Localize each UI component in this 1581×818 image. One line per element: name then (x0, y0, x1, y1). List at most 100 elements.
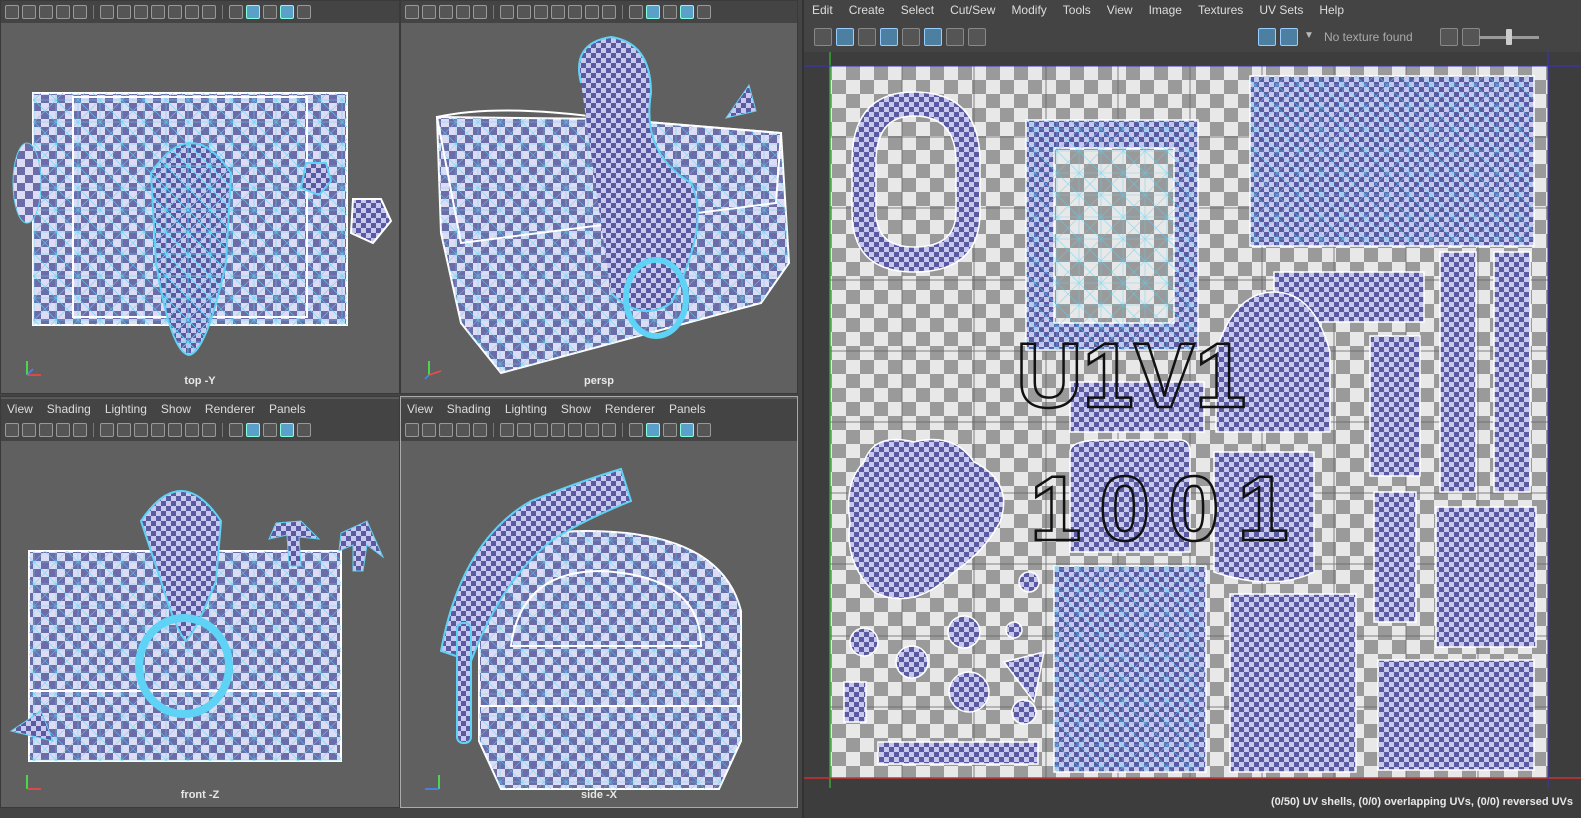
menu-view[interactable]: View (7, 402, 33, 416)
uv-canvas[interactable]: U1V1 1001 (804, 52, 1581, 788)
wireframe-on-shaded-icon[interactable] (680, 5, 694, 19)
resolution-gate-icon[interactable] (534, 5, 548, 19)
uv-menu-image[interactable]: Image (1149, 3, 1182, 17)
menu-show[interactable]: Show (161, 402, 191, 416)
alpha-channel-icon[interactable] (1462, 28, 1480, 46)
move-icon[interactable] (56, 5, 70, 19)
field-chart-icon[interactable] (168, 5, 182, 19)
safe-action-icon[interactable] (185, 423, 199, 437)
gate-mask-icon[interactable] (551, 5, 565, 19)
safe-title-icon[interactable] (602, 423, 616, 437)
safe-title-icon[interactable] (602, 5, 616, 19)
menu-shading[interactable]: Shading (47, 402, 91, 416)
safe-action-icon[interactable] (585, 423, 599, 437)
viewport-panel-top[interactable]: top -Y (0, 0, 400, 394)
field-chart-icon[interactable] (568, 423, 582, 437)
viewport-side[interactable]: side -X (401, 441, 797, 807)
bookmark-icon[interactable] (39, 423, 53, 437)
textured-icon[interactable] (697, 5, 711, 19)
uv-menu-help[interactable]: Help (1319, 3, 1344, 17)
film-gate-icon[interactable] (117, 5, 131, 19)
camera-icon[interactable] (5, 5, 19, 19)
brush-icon[interactable] (73, 5, 87, 19)
menu-renderer[interactable]: Renderer (605, 402, 655, 416)
menu-renderer[interactable]: Renderer (205, 402, 255, 416)
film-gate-icon[interactable] (517, 5, 531, 19)
menu-panels[interactable]: Panels (669, 402, 706, 416)
film-gate-icon[interactable] (517, 423, 531, 437)
uv-menu-create[interactable]: Create (849, 3, 885, 17)
camera-icon[interactable] (405, 423, 419, 437)
lock-icon[interactable] (422, 423, 436, 437)
viewport-panel-persp[interactable]: persp (400, 0, 798, 394)
smooth-shade-icon[interactable] (646, 5, 660, 19)
uv-menu-modify[interactable]: Modify (1011, 3, 1046, 17)
safe-action-icon[interactable] (185, 5, 199, 19)
brush-icon[interactable] (73, 423, 87, 437)
grid-icon[interactable] (500, 423, 514, 437)
textured-icon[interactable] (297, 5, 311, 19)
menu-panels[interactable]: Panels (269, 402, 306, 416)
uv-menu-tools[interactable]: Tools (1063, 3, 1091, 17)
uv-menu-view[interactable]: View (1107, 3, 1133, 17)
uv-isolate-icon[interactable] (946, 28, 964, 46)
rgb-channel-icon[interactable] (1440, 28, 1458, 46)
default-material-icon[interactable] (263, 5, 277, 19)
menu-view[interactable]: View (407, 402, 433, 416)
bookmark-icon[interactable] (439, 423, 453, 437)
wireframe-on-shaded-icon[interactable] (280, 423, 294, 437)
brush-icon[interactable] (473, 5, 487, 19)
default-material-icon[interactable] (663, 423, 677, 437)
viewport-persp[interactable]: persp (401, 23, 797, 393)
wireframe-on-shaded-icon[interactable] (680, 423, 694, 437)
menu-show[interactable]: Show (561, 402, 591, 416)
uv-select-shell-icon[interactable] (836, 28, 854, 46)
wireframe-icon[interactable] (629, 423, 643, 437)
uv-menu-select[interactable]: Select (901, 3, 934, 17)
display-image-icon[interactable] (1258, 28, 1276, 46)
move-icon[interactable] (456, 423, 470, 437)
bookmark-icon[interactable] (439, 5, 453, 19)
texture-dropdown-chevron-icon[interactable]: ▼ (1304, 30, 1314, 41)
field-chart-icon[interactable] (168, 423, 182, 437)
grid-icon[interactable] (500, 5, 514, 19)
field-chart-icon[interactable] (568, 5, 582, 19)
default-material-icon[interactable] (663, 5, 677, 19)
viewport-top[interactable]: top -Y (1, 23, 399, 393)
uv-menu-edit[interactable]: Edit (812, 3, 833, 17)
wireframe-icon[interactable] (229, 5, 243, 19)
lock-icon[interactable] (22, 5, 36, 19)
uv-tweak-icon[interactable] (858, 28, 876, 46)
uv-mode-icon[interactable] (814, 28, 832, 46)
menu-lighting[interactable]: Lighting (505, 402, 547, 416)
move-icon[interactable] (456, 5, 470, 19)
resolution-gate-icon[interactable] (534, 423, 548, 437)
uv-menu-textures[interactable]: Textures (1198, 3, 1243, 17)
grid-icon[interactable] (100, 5, 114, 19)
gate-mask-icon[interactable] (151, 423, 165, 437)
textured-icon[interactable] (697, 423, 711, 437)
resolution-gate-icon[interactable] (134, 5, 148, 19)
lock-icon[interactable] (22, 423, 36, 437)
viewport-panel-front[interactable]: View Shading Lighting Show Renderer Pane… (0, 396, 400, 808)
uv-grid-icon[interactable] (902, 28, 920, 46)
textured-icon[interactable] (297, 423, 311, 437)
uv-snapshot-icon[interactable] (968, 28, 986, 46)
camera-icon[interactable] (405, 5, 419, 19)
viewport-front[interactable]: front -Z (1, 441, 399, 807)
safe-title-icon[interactable] (202, 423, 216, 437)
uv-checker-grid-icon[interactable] (924, 28, 942, 46)
safe-title-icon[interactable] (202, 5, 216, 19)
uv-menu-cut-sew[interactable]: Cut/Sew (950, 3, 995, 17)
checker-tiles-icon[interactable] (1280, 28, 1298, 46)
smooth-shade-icon[interactable] (246, 5, 260, 19)
menu-shading[interactable]: Shading (447, 402, 491, 416)
viewport-panel-side[interactable]: View Shading Lighting Show Renderer Pane… (400, 396, 798, 808)
film-gate-icon[interactable] (117, 423, 131, 437)
resolution-gate-icon[interactable] (134, 423, 148, 437)
gate-mask-icon[interactable] (151, 5, 165, 19)
safe-action-icon[interactable] (585, 5, 599, 19)
camera-icon[interactable] (5, 423, 19, 437)
grid-icon[interactable] (100, 423, 114, 437)
brush-icon[interactable] (473, 423, 487, 437)
